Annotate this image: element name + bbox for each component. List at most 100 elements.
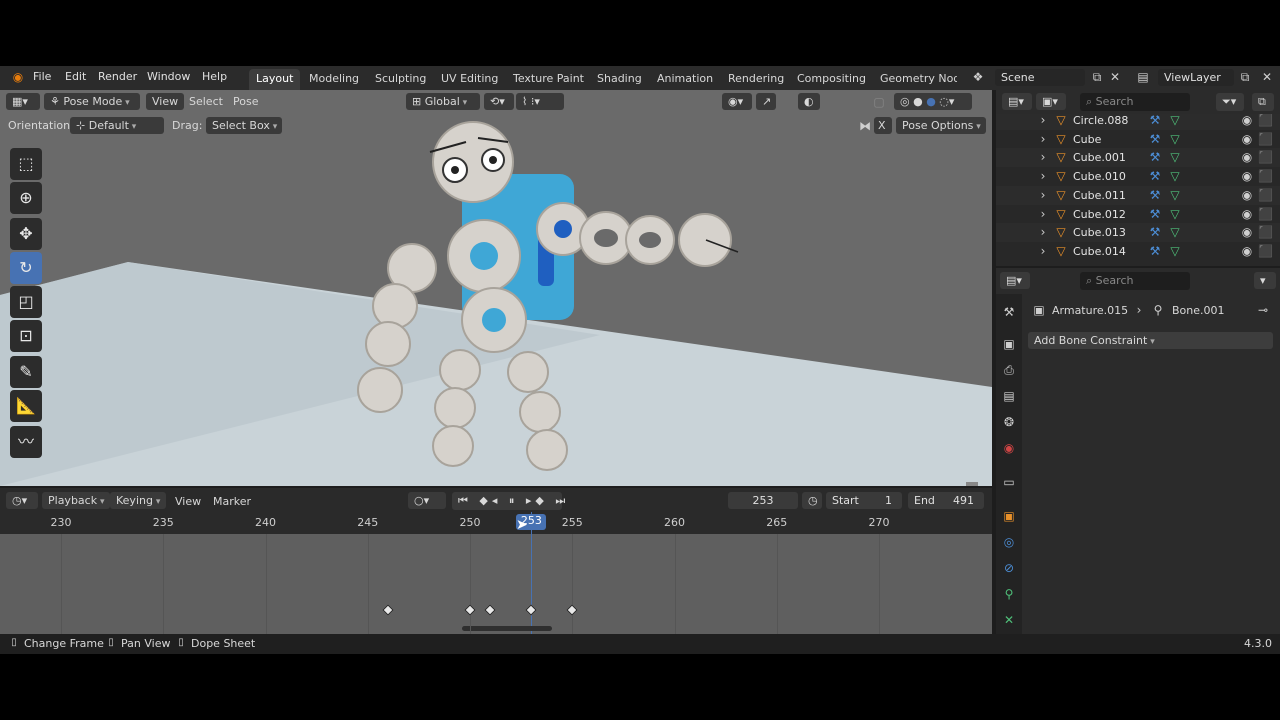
shading-modes[interactable]: ◎ ● ● ◌▾ [894, 93, 972, 110]
properties-search-input[interactable]: ⌕ Search [1080, 272, 1190, 290]
render-camera-icon[interactable]: ⬛ [1258, 170, 1273, 182]
menu-render[interactable]: Render [98, 70, 137, 83]
render-camera-icon[interactable]: ⬛ [1258, 114, 1273, 126]
add-bone-constraint-button[interactable]: Add Bone Constraint [1028, 332, 1273, 349]
scene-selector[interactable]: Scene [995, 69, 1085, 86]
display-mode-button[interactable]: ▣▾ [1036, 93, 1066, 110]
preview-range-icon[interactable]: ◷ [802, 492, 822, 509]
render-tab-icon[interactable]: ▣ [1001, 338, 1017, 350]
visibility-eye-icon[interactable]: ◉ [1240, 114, 1254, 126]
auto-keying-toggle[interactable]: ○▾ [408, 492, 446, 509]
view-layer-selector[interactable]: ViewLayer [1158, 69, 1234, 86]
tab-compositing[interactable]: Compositing [790, 69, 873, 90]
expand-chevron-icon[interactable]: › [1038, 189, 1048, 201]
visibility-eye-icon[interactable]: ◉ [1240, 189, 1254, 201]
outliner-item[interactable]: › ▽ Cube ⚒ ▽ ◉ ⬛ [996, 130, 1280, 149]
outliner-editor-type[interactable]: ▤▾ [1002, 93, 1032, 110]
pin-icon[interactable]: ⊸ [1256, 304, 1270, 316]
properties-editor-type[interactable]: ▤▾ [1000, 272, 1030, 289]
pose-options-menu[interactable]: Pose Options [896, 117, 986, 134]
tool-tab-icon[interactable]: ⚒ [1001, 306, 1017, 318]
start-frame-field[interactable]: Start 1 [826, 492, 902, 509]
scale-tool-icon[interactable]: ◰ [10, 286, 42, 318]
tab-geometry-nodes[interactable]: Geometry Node [873, 69, 957, 90]
properties-editor[interactable]: ▤▾ ⌕ Search ▾ ⚒ ▣ ⎙ ▤ ❂ ◉ ▭ ▣ ◎ ⊘ ⚲ ✕ ▣ … [996, 268, 1280, 634]
rotate-tool-icon[interactable]: ↻ [10, 252, 42, 284]
new-collection-icon[interactable]: ⧉ [1252, 93, 1274, 111]
filter-icon[interactable]: ⏷▾ [1216, 93, 1244, 111]
bone-tab-icon[interactable]: ✕ [1001, 614, 1017, 626]
menu-edit[interactable]: Edit [65, 70, 86, 83]
render-camera-icon[interactable]: ⬛ [1258, 245, 1273, 257]
close-scene-icon[interactable]: ✕ [1108, 71, 1122, 83]
timeline-editor[interactable]: ◷▾ Playback Keying View Marker ○▾ ⏮ ◆◂ ⏸… [0, 488, 992, 634]
tab-modeling[interactable]: Modeling [302, 69, 366, 90]
tab-uv-editing[interactable]: UV Editing [434, 69, 505, 90]
scene-tab-icon[interactable]: ❂ [1001, 416, 1017, 428]
select-box-tool-icon[interactable]: ⬚ [10, 148, 42, 180]
constraint-tab-icon[interactable]: ⊘ [1001, 562, 1017, 574]
output-tab-icon[interactable]: ⎙ [1001, 364, 1017, 376]
new-scene-icon[interactable]: ⧉ [1090, 71, 1104, 83]
render-camera-icon[interactable]: ⬛ [1258, 226, 1273, 238]
blender-logo-icon[interactable]: ◉ [10, 71, 26, 83]
transform-orientation-selector[interactable]: ⊞ Global [406, 93, 480, 110]
outliner-item[interactable]: › ▽ Cube.010 ⚒ ▽ ◉ ⬛ [996, 167, 1280, 186]
playhead[interactable] [531, 512, 533, 634]
overlay-button[interactable]: ◐ [798, 93, 820, 110]
scene-icon[interactable]: ❖ [970, 71, 986, 83]
expand-chevron-icon[interactable]: › [1038, 151, 1048, 163]
annotate-tool-icon[interactable]: ✎ [10, 356, 42, 388]
transform-tool-icon[interactable]: ⊡ [10, 320, 42, 352]
end-frame-field[interactable]: End 491 [908, 492, 984, 509]
visibility-eye-icon[interactable]: ◉ [1240, 226, 1254, 238]
3d-viewport[interactable]: ▦▾ ⚘ Pose Mode View Select Pose ⊞ Global… [0, 90, 992, 486]
collection-tab-icon[interactable]: ▭ [1001, 476, 1017, 488]
expand-chevron-icon[interactable]: › [1038, 133, 1048, 145]
world-tab-icon[interactable]: ◉ [1001, 442, 1017, 454]
expand-chevron-icon[interactable]: › [1038, 226, 1048, 238]
move-tool-icon[interactable]: ✥ [10, 218, 42, 250]
visibility-eye-icon[interactable]: ◉ [1240, 151, 1254, 163]
expand-chevron-icon[interactable]: › [1038, 114, 1048, 126]
visibility-eye-icon[interactable]: ◉ [1240, 170, 1254, 182]
outliner-item[interactable]: › ▽ Cube.013 ⚒ ▽ ◉ ⬛ [996, 223, 1280, 243]
measure-tool-icon[interactable]: 📐 [10, 390, 42, 422]
expand-chevron-icon[interactable]: › [1038, 245, 1048, 257]
object-tab-icon[interactable]: ▣ [1001, 510, 1017, 522]
tab-animation[interactable]: Animation [650, 69, 720, 90]
drag-selector[interactable]: Select Box [206, 117, 282, 134]
expand-chevron-icon[interactable]: › [1038, 208, 1048, 220]
keyframe-area[interactable] [0, 534, 992, 634]
close-view-layer-icon[interactable]: ✕ [1260, 71, 1274, 83]
menu-help[interactable]: Help [202, 70, 227, 83]
expand-chevron-icon[interactable]: › [1038, 170, 1048, 182]
visibility-button[interactable]: ◉▾ [722, 93, 752, 110]
properties-options-icon[interactable]: ▾ [1254, 272, 1276, 289]
outliner-item[interactable]: › ▽ Circle.088 ⚒ ▽ ◉ ⬛ [996, 114, 1280, 130]
menu-view[interactable]: View [146, 93, 185, 110]
outliner-item[interactable]: › ▽ Cube.012 ⚒ ▽ ◉ ⬛ [996, 205, 1280, 224]
visibility-eye-icon[interactable]: ◉ [1240, 133, 1254, 145]
menu-select[interactable]: Select [189, 95, 223, 108]
tab-rendering[interactable]: Rendering [721, 69, 791, 90]
playback-controls[interactable]: ⏮ ◆◂ ⏸ ▸◆ ⏭ [452, 492, 565, 510]
armature-data-tab-icon[interactable]: ⚲ [1001, 588, 1017, 600]
tab-sculpting[interactable]: Sculpting [368, 69, 433, 90]
editor-type-selector[interactable]: ▦▾ [6, 93, 40, 110]
x-mirror-toggle[interactable]: X [874, 117, 892, 134]
modifier-tab-icon[interactable]: ◎ [1001, 536, 1017, 548]
orientation-selector[interactable]: ⊹ Default [70, 117, 164, 134]
current-frame-field[interactable]: 253 [728, 492, 798, 509]
timeline-scrollbar[interactable] [462, 626, 552, 631]
mode-selector[interactable]: ⚘ Pose Mode [44, 93, 140, 110]
render-camera-icon[interactable]: ⬛ [1258, 189, 1273, 201]
view-layer-icon[interactable]: ▤ [1136, 71, 1150, 83]
snap-button[interactable]: ⌇ ⁝▾ [516, 93, 564, 110]
visibility-eye-icon[interactable]: ◉ [1240, 208, 1254, 220]
menu-keying[interactable]: Keying [110, 492, 167, 509]
mirror-icon[interactable]: ⧓ [858, 120, 872, 132]
tab-layout[interactable]: Layout [249, 69, 301, 90]
timeline-menu-view[interactable]: View [175, 495, 201, 508]
view-layer-tab-icon[interactable]: ▤ [1001, 390, 1017, 402]
